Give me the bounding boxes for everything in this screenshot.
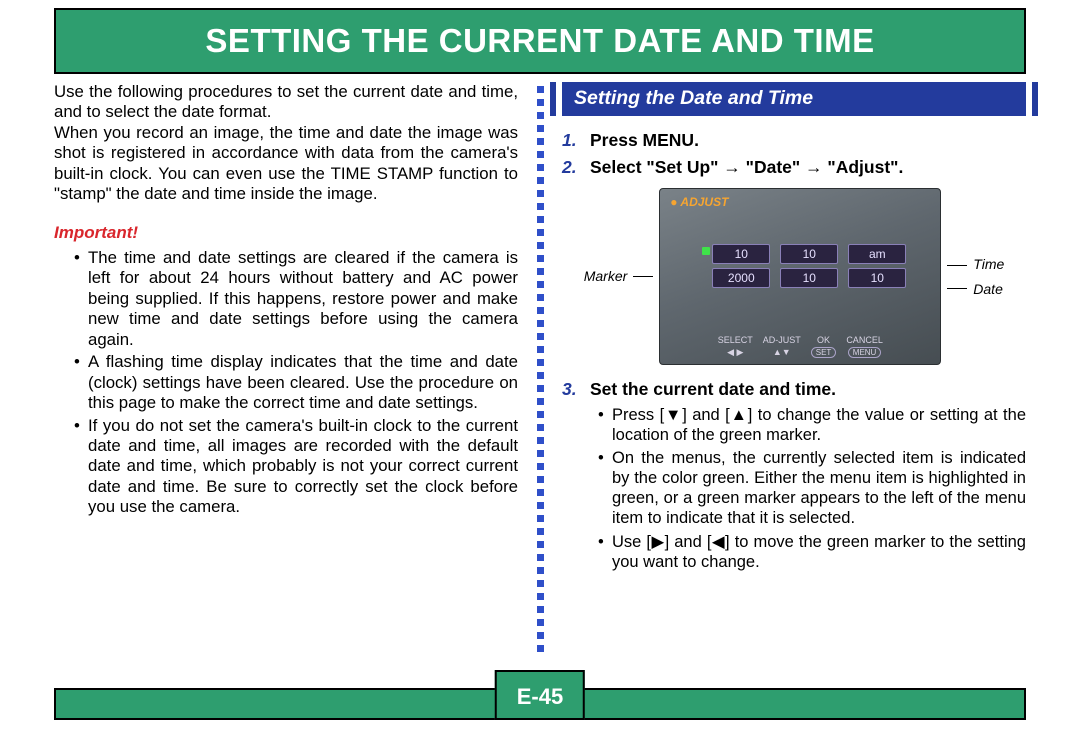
- page-title: SETTING THE CURRENT DATE AND TIME: [205, 22, 874, 60]
- bullet-item: If you do not set the camera's built-in …: [88, 416, 518, 518]
- bullet-item: On the menus, the currently selected ite…: [612, 448, 1026, 529]
- lcd-cell: 10: [848, 268, 906, 288]
- intro-paragraph-2: When you record an image, the time and d…: [54, 123, 518, 205]
- lcd-cell: 10: [712, 244, 770, 264]
- lcd-cell: 2000: [712, 268, 770, 288]
- lcd-footer-item: OKSET: [811, 335, 837, 359]
- step-number: 1.: [562, 130, 584, 151]
- lcd-cell: am: [848, 244, 906, 264]
- time-callout-label: Time: [973, 256, 1004, 273]
- step-3-bullets: Press [▼] and [▲] to change the value or…: [562, 405, 1026, 572]
- step-text: Set the current date and time.: [590, 379, 836, 400]
- important-bullets: The time and date settings are cleared i…: [54, 248, 518, 518]
- column-divider: [532, 82, 548, 670]
- lcd-cells: 10 10 am 2000 10 10: [712, 244, 906, 288]
- important-label: Important!: [54, 223, 518, 244]
- date-callout-label: Date: [973, 281, 1004, 298]
- lcd-cell: 10: [780, 244, 838, 264]
- bullet-item: Press [▼] and [▲] to change the value or…: [612, 405, 1026, 445]
- section-banner: Setting the Date and Time: [562, 82, 1026, 116]
- lcd-figure: Marker ● ADJUST 10 10 am 2000 10 10 SELE…: [562, 188, 1026, 365]
- bullet-item: Use [▶] and [◀] to move the green marker…: [612, 532, 1026, 572]
- lcd-footer-item: AD-JUST▲▼: [763, 335, 801, 359]
- lcd-footer-item: SELECT◀ ▶: [718, 335, 753, 359]
- lcd-cell: 10: [780, 268, 838, 288]
- step-3: 3. Set the current date and time.: [562, 379, 1026, 400]
- step-2: 2. Select "Set Up" → "Date" → "Adjust".: [562, 157, 1026, 178]
- page-header: SETTING THE CURRENT DATE AND TIME: [54, 8, 1026, 74]
- bullet-item: The time and date settings are cleared i…: [88, 248, 518, 350]
- callout-line: [633, 276, 653, 277]
- callout-line: [947, 288, 967, 289]
- step-text: Press MENU.: [590, 130, 699, 151]
- lcd-screen: ● ADJUST 10 10 am 2000 10 10 SELECT◀ ▶ A…: [659, 188, 941, 365]
- left-column: Use the following procedures to set the …: [54, 82, 532, 670]
- step-1: 1. Press MENU.: [562, 130, 1026, 151]
- step-text: Select "Set Up" → "Date" → "Adjust".: [590, 157, 903, 178]
- callout-line: [947, 265, 967, 266]
- marker-callout-label: Marker: [584, 268, 628, 285]
- step-number: 3.: [562, 379, 584, 400]
- lcd-title: ● ADJUST: [670, 195, 728, 210]
- bullet-item: A flashing time display indicates that t…: [88, 352, 518, 413]
- content-area: Use the following procedures to set the …: [54, 82, 1026, 670]
- right-column: Setting the Date and Time 1. Press MENU.…: [548, 82, 1026, 670]
- lcd-footer: SELECT◀ ▶ AD-JUST▲▼ OKSET CANCELMENU: [660, 335, 940, 359]
- step-number: 2.: [562, 157, 584, 178]
- green-marker-icon: [702, 247, 710, 255]
- intro-paragraph-1: Use the following procedures to set the …: [54, 82, 518, 123]
- page-number: E-45: [495, 670, 585, 720]
- lcd-footer-item: CANCELMENU: [846, 335, 883, 359]
